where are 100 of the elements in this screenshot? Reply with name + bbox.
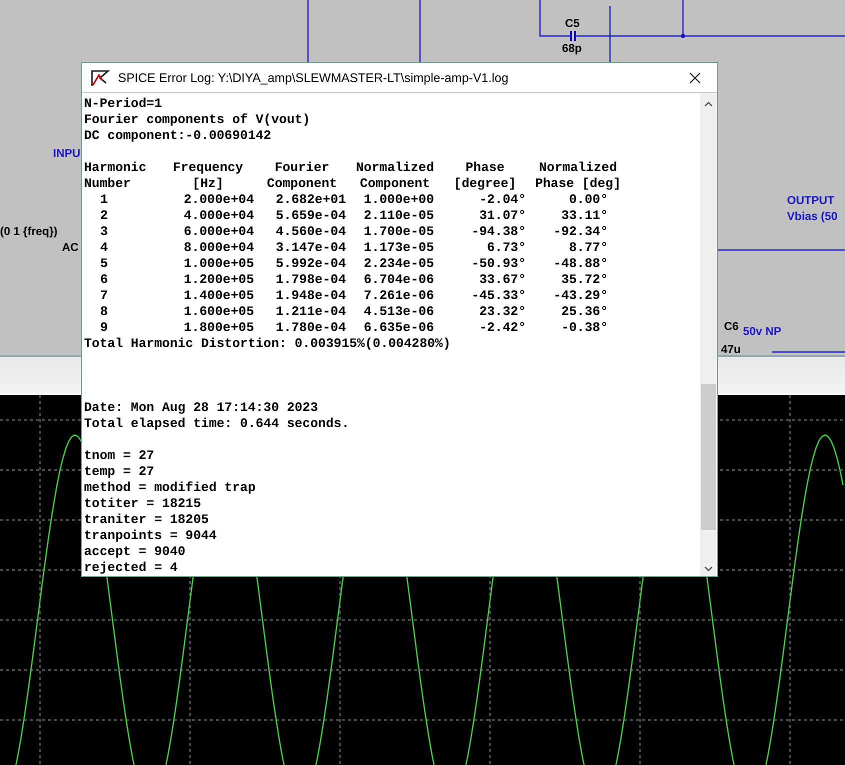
table-cell-text: 6.73° bbox=[486, 240, 527, 256]
log-line: rejected = 4 bbox=[84, 560, 179, 576]
log-line: tranpoints = 9044 bbox=[84, 528, 218, 544]
table-cell-text: 1 bbox=[99, 192, 109, 208]
table-cell-text: 5.992e-04 bbox=[274, 256, 347, 272]
table-cell-text: 2.110e-05 bbox=[362, 208, 435, 224]
table-cell-text: 1.700e-05 bbox=[362, 224, 435, 240]
table-cell-text: 6.704e-06 bbox=[362, 272, 435, 288]
table-cell-text: 8.77° bbox=[568, 240, 609, 256]
value-label: 47u bbox=[721, 344, 741, 357]
scroll-down-icon[interactable] bbox=[704, 566, 713, 572]
column-header: Phase bbox=[464, 160, 506, 176]
table-cell-text: -48.88° bbox=[552, 256, 609, 272]
table-cell-text: 5 bbox=[99, 256, 109, 272]
table-cell-text: 8.000e+04 bbox=[182, 240, 255, 256]
table-cell-text: 35.72° bbox=[560, 272, 609, 288]
column-header: Component bbox=[358, 176, 432, 192]
table-cell-text: 1.800e+05 bbox=[182, 320, 255, 336]
table-cell-text: -50.93° bbox=[470, 256, 527, 272]
column-header: Number bbox=[84, 176, 132, 192]
table-cell-text: 1.000e+00 bbox=[362, 192, 435, 208]
log-line: DC component:-0.00690142 bbox=[84, 128, 272, 144]
part-label: C6 bbox=[724, 321, 739, 334]
log-line: Total elapsed time: 0.644 seconds. bbox=[84, 416, 350, 432]
net-label: INPU bbox=[53, 148, 80, 161]
source-label: AC bbox=[62, 242, 79, 255]
log-line: tnom = 27 bbox=[84, 448, 156, 464]
scrollbar-thumb[interactable] bbox=[701, 384, 716, 530]
table-cell-text: 4.513e-06 bbox=[362, 304, 435, 320]
table-cell-text: -43.29° bbox=[552, 288, 609, 304]
table-cell-text: 2 bbox=[99, 208, 109, 224]
table-cell-text: -0.38° bbox=[560, 320, 609, 336]
table-cell-text: 33.67° bbox=[478, 272, 527, 288]
table-cell-text: 6 bbox=[99, 272, 109, 288]
table-cell-text: 4.560e-04 bbox=[274, 224, 347, 240]
table-cell-text: 4.000e+04 bbox=[182, 208, 255, 224]
table-cell-text: 4 bbox=[99, 240, 109, 256]
table-cell-text: 2.682e+01 bbox=[274, 192, 347, 208]
net-label: Vbias (50 bbox=[787, 211, 838, 224]
table-cell-text: 33.11° bbox=[560, 208, 609, 224]
table-cell-text: 0.00° bbox=[568, 192, 609, 208]
table-cell-text: -92.34° bbox=[552, 224, 609, 240]
junction-dot bbox=[681, 34, 685, 38]
column-header: Phase [deg] bbox=[534, 176, 622, 192]
table-cell-text: -2.04° bbox=[478, 192, 527, 208]
table-cell-text: 7.261e-06 bbox=[362, 288, 435, 304]
table-cell-text: 9 bbox=[99, 320, 109, 336]
column-header: Component bbox=[266, 176, 338, 192]
table-cell-text: 1.600e+05 bbox=[182, 304, 255, 320]
log-line: N-Period=1 bbox=[84, 96, 164, 112]
log-line: traniter = 18205 bbox=[84, 512, 210, 528]
scroll-up-icon[interactable] bbox=[704, 101, 713, 107]
table-cell-text: 1.000e+05 bbox=[182, 256, 255, 272]
table-cell-text: 3.147e-04 bbox=[274, 240, 347, 256]
table-cell-text: -2.42° bbox=[478, 320, 527, 336]
log-line: totiter = 18215 bbox=[84, 496, 202, 512]
table-cell-text: -45.33° bbox=[470, 288, 527, 304]
table-cell-text: 2.234e-05 bbox=[362, 256, 435, 272]
net-label: OUTPUT bbox=[787, 195, 834, 208]
table-cell-text: 6.635e-06 bbox=[362, 320, 435, 336]
table-cell-text: 23.32° bbox=[478, 304, 527, 320]
wire bbox=[419, 0, 421, 62]
value-label: 68p bbox=[562, 43, 582, 56]
table-cell-text: 3 bbox=[99, 224, 109, 240]
log-line: method = modified trap bbox=[84, 480, 257, 496]
log-line: accept = 9040 bbox=[84, 544, 186, 560]
column-header: [Hz] bbox=[191, 176, 225, 192]
table-cell-text: 31.07° bbox=[478, 208, 527, 224]
table-cell-text: 1.173e-05 bbox=[362, 240, 435, 256]
table-cell-text: 6.000e+04 bbox=[182, 224, 255, 240]
column-header: Normalized bbox=[538, 160, 618, 176]
column-header: Normalized bbox=[354, 160, 435, 176]
table-cell-text: 1.200e+05 bbox=[182, 272, 255, 288]
column-header: Frequency bbox=[172, 160, 244, 176]
source-label: (0 1 {freq}) bbox=[0, 226, 58, 239]
table-cell-text: 2.000e+04 bbox=[182, 192, 255, 208]
log-line: Date: Mon Aug 28 17:14:30 2023 bbox=[84, 400, 320, 416]
app-logo-icon bbox=[90, 68, 110, 86]
table-cell-text: 1.798e-04 bbox=[274, 272, 347, 288]
table-cell-text: 5.659e-04 bbox=[274, 208, 347, 224]
table-cell-text: 1.780e-04 bbox=[274, 320, 347, 336]
table-cell-text: 1.211e-04 bbox=[274, 304, 347, 320]
capacitor-symbol bbox=[570, 30, 576, 42]
column-header: [degree] bbox=[452, 176, 518, 192]
log-line: Fourier components of V(vout) bbox=[84, 112, 312, 128]
table-cell-text: 25.36° bbox=[560, 304, 609, 320]
table-cell-text: 1.948e-04 bbox=[274, 288, 347, 304]
log-line: temp = 27 bbox=[84, 464, 156, 480]
log-line: Total Harmonic Distortion: 0.003915%(0.004280%) bbox=[84, 336, 452, 352]
vertical-scrollbar[interactable] bbox=[700, 93, 717, 576]
part-label: C5 bbox=[565, 18, 580, 31]
net-label: 50v NP bbox=[743, 326, 782, 339]
window-title: SPICE Error Log: Y:\DIYA_amp\SLEWMASTER-LT\simple-amp-V1.log bbox=[118, 70, 510, 84]
close-icon bbox=[689, 72, 701, 84]
table-cell-text: -94.38° bbox=[470, 224, 527, 240]
wire bbox=[307, 0, 309, 62]
table-cell-text: 1.400e+05 bbox=[182, 288, 255, 304]
table-cell-text: 8 bbox=[99, 304, 109, 320]
table-cell-text: 7 bbox=[99, 288, 109, 304]
column-header: Harmonic bbox=[84, 160, 148, 176]
